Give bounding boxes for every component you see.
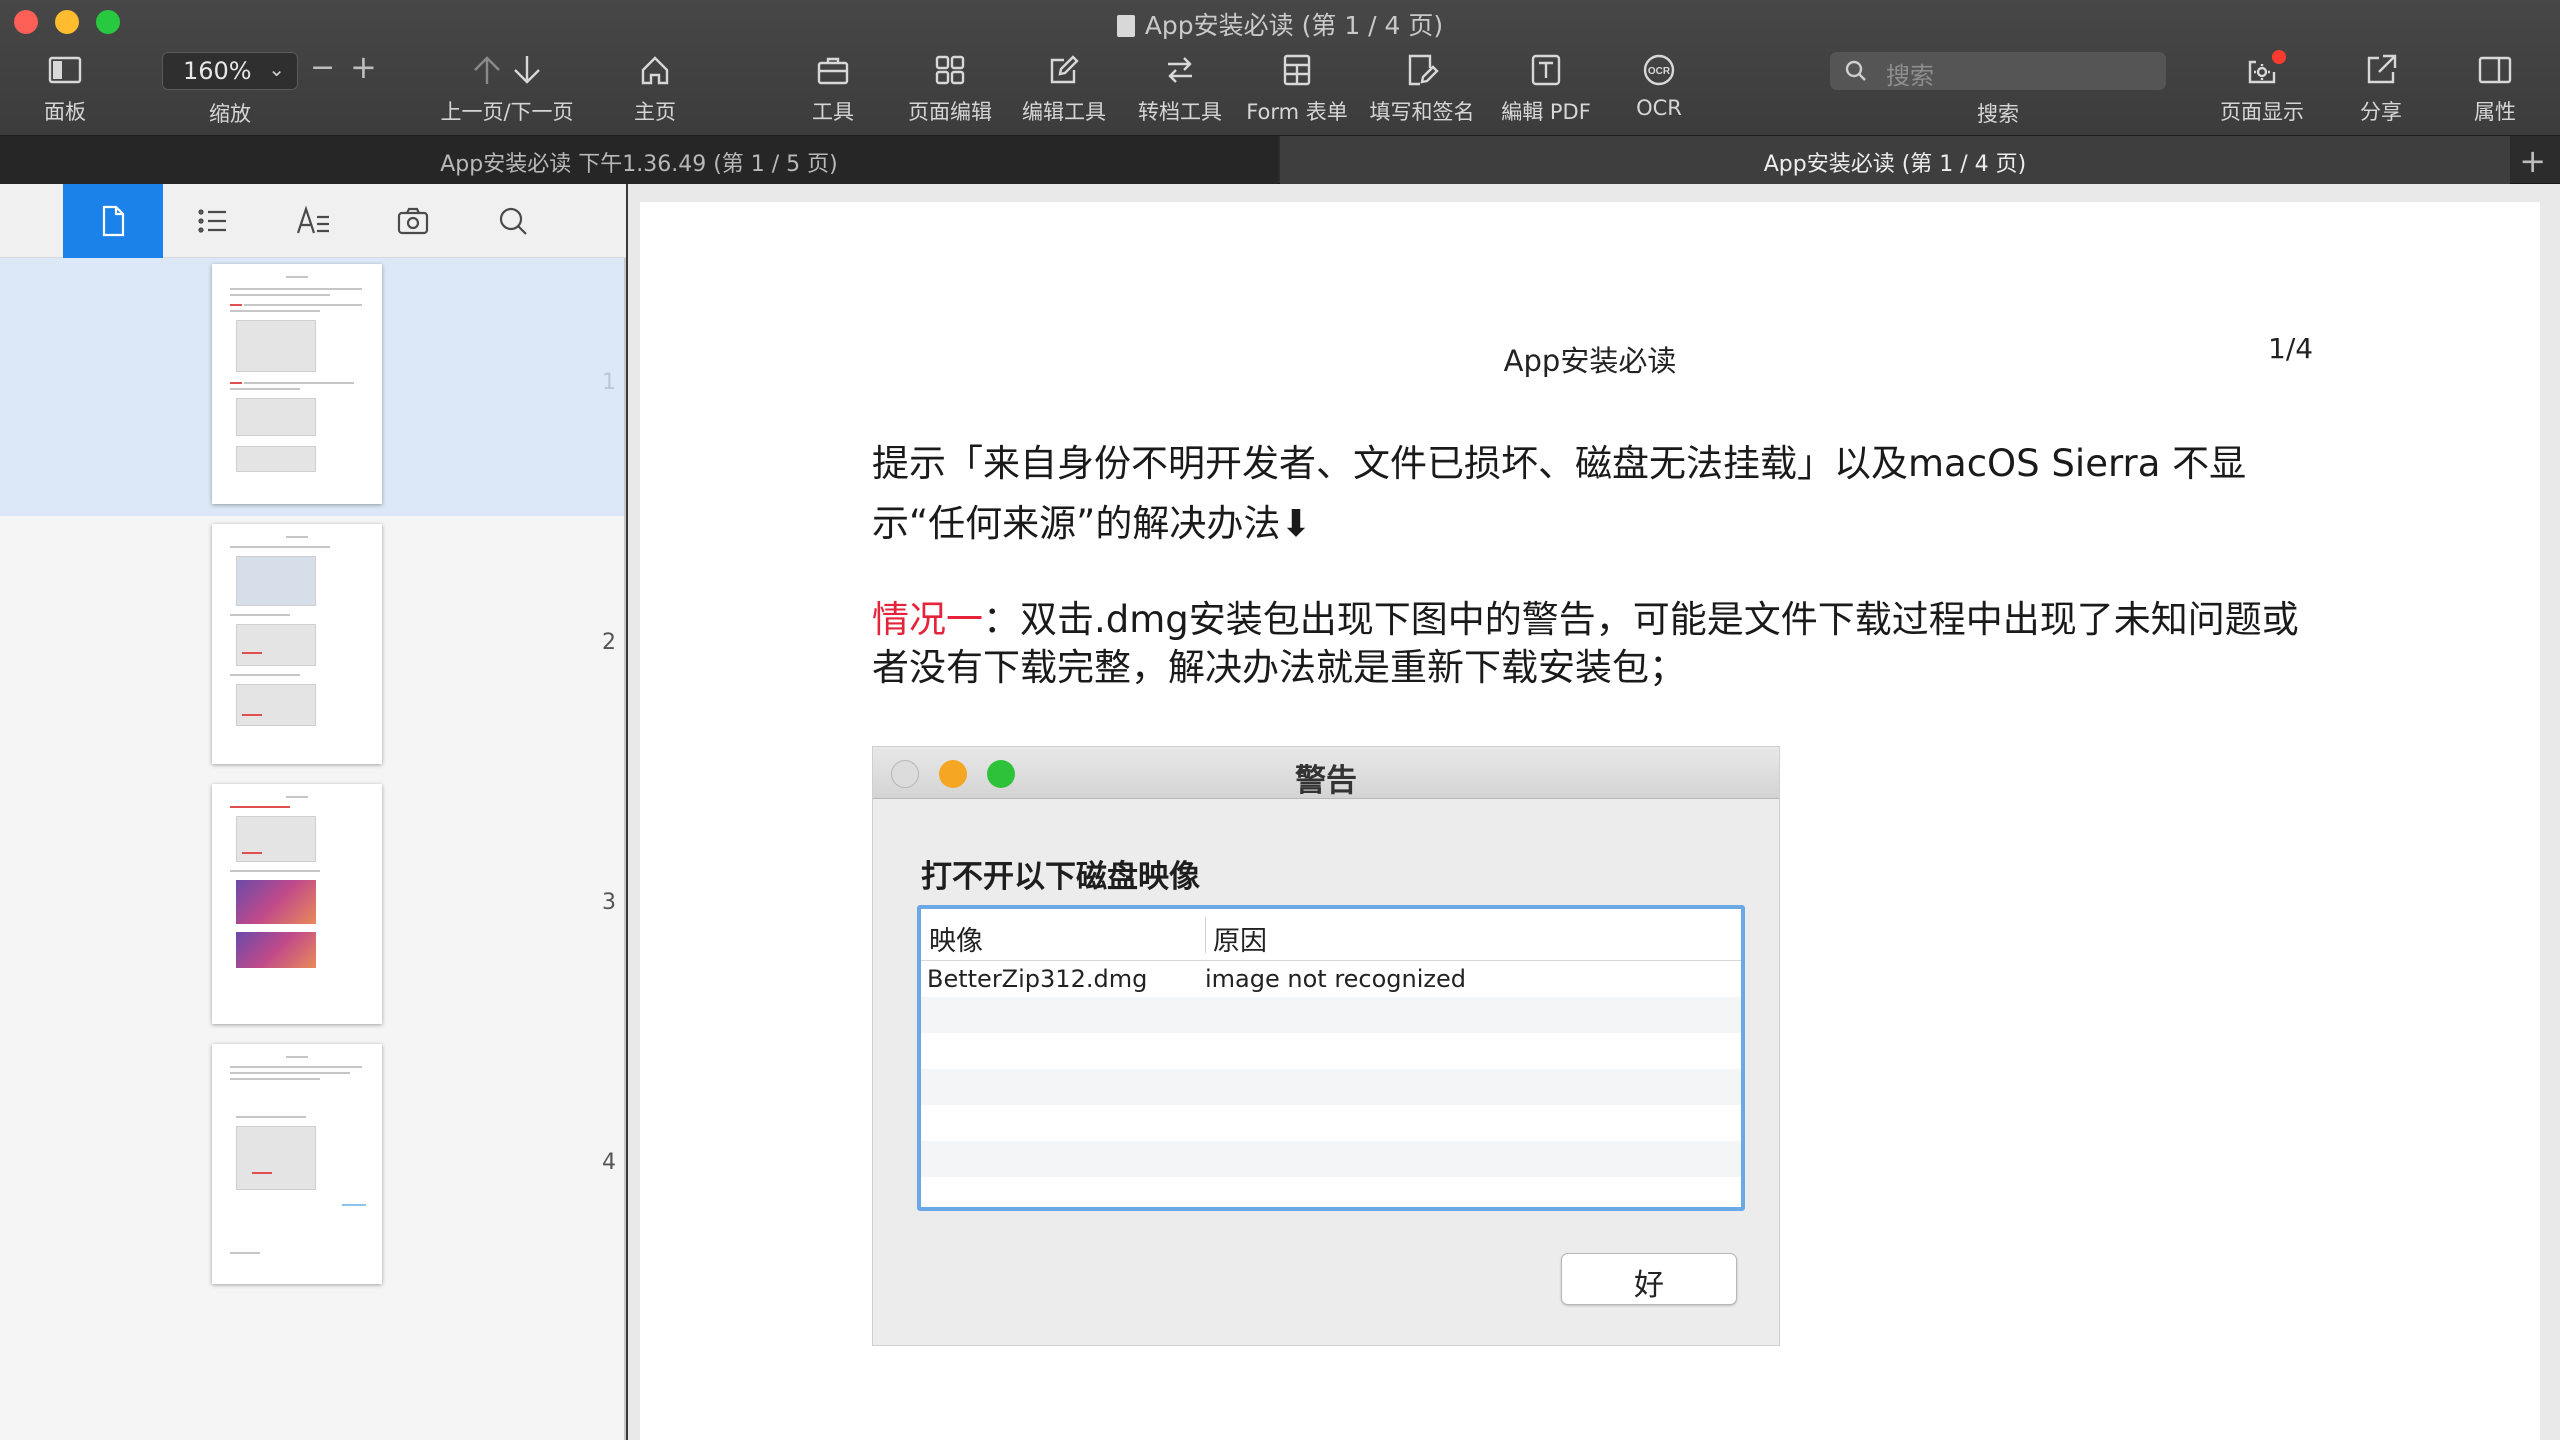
camera-icon	[397, 207, 429, 235]
prev-next-page-button[interactable]: 上一页/下一页	[432, 50, 582, 126]
tab-bar: App安装必读 下午1.36.49 (第 1 / 5 页) App安装必读 (第…	[0, 136, 2560, 184]
page-number-label: 1	[602, 370, 616, 395]
home-button[interactable]: 主页	[620, 50, 690, 126]
search-input[interactable]: 搜索	[1830, 52, 2166, 90]
thumbnail-row-3[interactable]: 3	[0, 778, 624, 1036]
alert-heading: 打不开以下磁盘映像	[921, 859, 1200, 895]
sidebar-tab-thumbnails[interactable]	[63, 184, 163, 258]
thumbnail-row-4[interactable]: 4	[0, 1038, 624, 1296]
window-title: App安装必读 (第 1 / 4 页)	[0, 6, 2560, 42]
list-icon	[198, 209, 226, 233]
table-row: BetterZip312.dmg image not recognized	[921, 961, 1741, 997]
paragraph-tip: 提示「来自身份不明开发者、文件已损坏、磁盘无法挂载」以及macOS Sierra…	[872, 442, 2247, 545]
page-display-button[interactable]: 页面显示	[2212, 50, 2312, 126]
page-header-title: App安装必读	[1503, 344, 1677, 378]
panel-button[interactable]: 面板	[30, 50, 100, 126]
ocr-icon: OCR	[1639, 50, 1679, 90]
fill-sign-button[interactable]: 填写和签名	[1362, 50, 1482, 126]
page-thumbnail[interactable]	[212, 784, 382, 1024]
search-icon	[1845, 60, 1866, 81]
alert-table: 映像 原因 BetterZip312.dmg image not recogni…	[917, 905, 1745, 1211]
page-header-number: 1/4	[2268, 332, 2314, 365]
sidebar-tab-annotations[interactable]	[263, 184, 363, 258]
grid-icon	[930, 50, 970, 90]
zoom-select[interactable]: 160% ⌄	[162, 52, 298, 90]
share-button[interactable]: 分享	[2346, 50, 2416, 126]
share-icon	[2361, 50, 2401, 90]
sidebar-icon	[45, 50, 85, 90]
column-header-image: 映像	[929, 926, 983, 957]
notification-dot	[2272, 50, 2286, 64]
tab-document-2[interactable]: App安装必读 (第 1 / 4 页)	[1280, 136, 2510, 184]
edit-icon	[1044, 50, 1084, 90]
column-divider	[1205, 917, 1206, 953]
app-window: App安装必读 (第 1 / 4 页) 面板 160% ⌄ − + 缩放 上一页/…	[0, 0, 2560, 1440]
chevron-down-icon: ⌄	[268, 57, 285, 81]
paragraph-case-one: 情况一：双击.dmg安装包出现下图中的警告，可能是文件下载过程中出现了未知问题或…	[872, 598, 2299, 689]
sidebar-tab-outline[interactable]	[163, 184, 263, 258]
page-edit-button[interactable]: 页面编辑	[900, 50, 1000, 126]
sidebar-tab-snapshots[interactable]	[363, 184, 463, 258]
toolbar: App安装必读 (第 1 / 4 页) 面板 160% ⌄ − + 缩放 上一页/…	[0, 0, 2560, 136]
zoom-in-button[interactable]: +	[350, 48, 377, 86]
sidebar-tab-search[interactable]	[463, 184, 563, 258]
zoom-label: 缩放	[209, 102, 251, 126]
table-row-empty	[921, 1141, 1741, 1177]
column-header-reason: 原因	[1213, 926, 1267, 957]
page-thumbnail[interactable]	[212, 524, 382, 764]
table-row-empty	[921, 997, 1741, 1033]
page-display-icon	[2242, 50, 2286, 90]
convert-tools-button[interactable]: 转档工具	[1130, 50, 1230, 126]
edit-pdf-button[interactable]: 編輯 PDF	[1496, 50, 1596, 126]
alert-title: 警告	[1295, 763, 1357, 799]
document-icon	[1116, 15, 1135, 37]
table-row-empty	[921, 1069, 1741, 1105]
edit-tools-button[interactable]: 编辑工具	[1014, 50, 1114, 126]
inspector-icon	[2475, 50, 2515, 90]
table-cell-reason: image not recognized	[1205, 965, 1467, 993]
properties-button[interactable]: 属性	[2460, 50, 2530, 126]
page-icon	[102, 205, 125, 237]
thumbnail-row-1[interactable]: 1	[0, 258, 624, 516]
tools-button[interactable]: 工具	[798, 50, 868, 126]
page-thumbnail[interactable]	[212, 1044, 382, 1284]
alert-ok-button: 好	[1561, 1253, 1737, 1305]
search-label: 搜索	[1977, 102, 2019, 126]
document-viewer[interactable]: App安装必读 1/4 提示「来自身份不明开发者、文件已损坏、磁盘无法挂载」以及…	[628, 184, 2560, 1440]
sidebar: 1 2 3 4	[0, 184, 626, 1440]
signature-icon	[1402, 50, 1442, 90]
text-annotation-icon	[296, 205, 329, 234]
text-box-icon	[1526, 50, 1566, 90]
toolbox-icon	[813, 50, 853, 90]
form-icon	[1277, 50, 1317, 90]
table-header: 映像 原因	[921, 909, 1741, 961]
thumbnail-row-2[interactable]: 2	[0, 518, 624, 776]
page-number-label: 2	[602, 630, 616, 655]
svg-text:OCR: OCR	[1648, 66, 1671, 77]
table-row-empty	[921, 1105, 1741, 1141]
case-label: 情况一	[872, 598, 983, 641]
form-button[interactable]: Form 表单	[1244, 50, 1350, 126]
sidebar-tabs	[0, 184, 626, 258]
page-thumbnail[interactable]	[212, 264, 382, 504]
search-icon	[499, 207, 527, 235]
ocr-button[interactable]: OCR OCR	[1624, 50, 1694, 120]
new-tab-button[interactable]: +	[2519, 142, 2546, 180]
pdf-page[interactable]: App安装必读 1/4 提示「来自身份不明开发者、文件已损坏、磁盘无法挂载」以及…	[640, 202, 2540, 1440]
page-number-label: 4	[602, 1150, 616, 1175]
arrow-up-down-icon	[457, 50, 557, 90]
page-number-label: 3	[602, 890, 616, 915]
convert-icon	[1160, 50, 1200, 90]
alert-screenshot: 警告 打不开以下磁盘映像 映像 原因 BetterZip312.dmg imag…	[872, 746, 1780, 1346]
alert-titlebar: 警告	[873, 747, 1779, 799]
table-cell-image: BetterZip312.dmg	[927, 965, 1148, 993]
tab-document-1[interactable]: App安装必读 下午1.36.49 (第 1 / 5 页)	[0, 136, 1278, 184]
home-icon	[635, 50, 675, 90]
zoom-out-button[interactable]: −	[310, 50, 335, 85]
table-row-empty	[921, 1033, 1741, 1069]
